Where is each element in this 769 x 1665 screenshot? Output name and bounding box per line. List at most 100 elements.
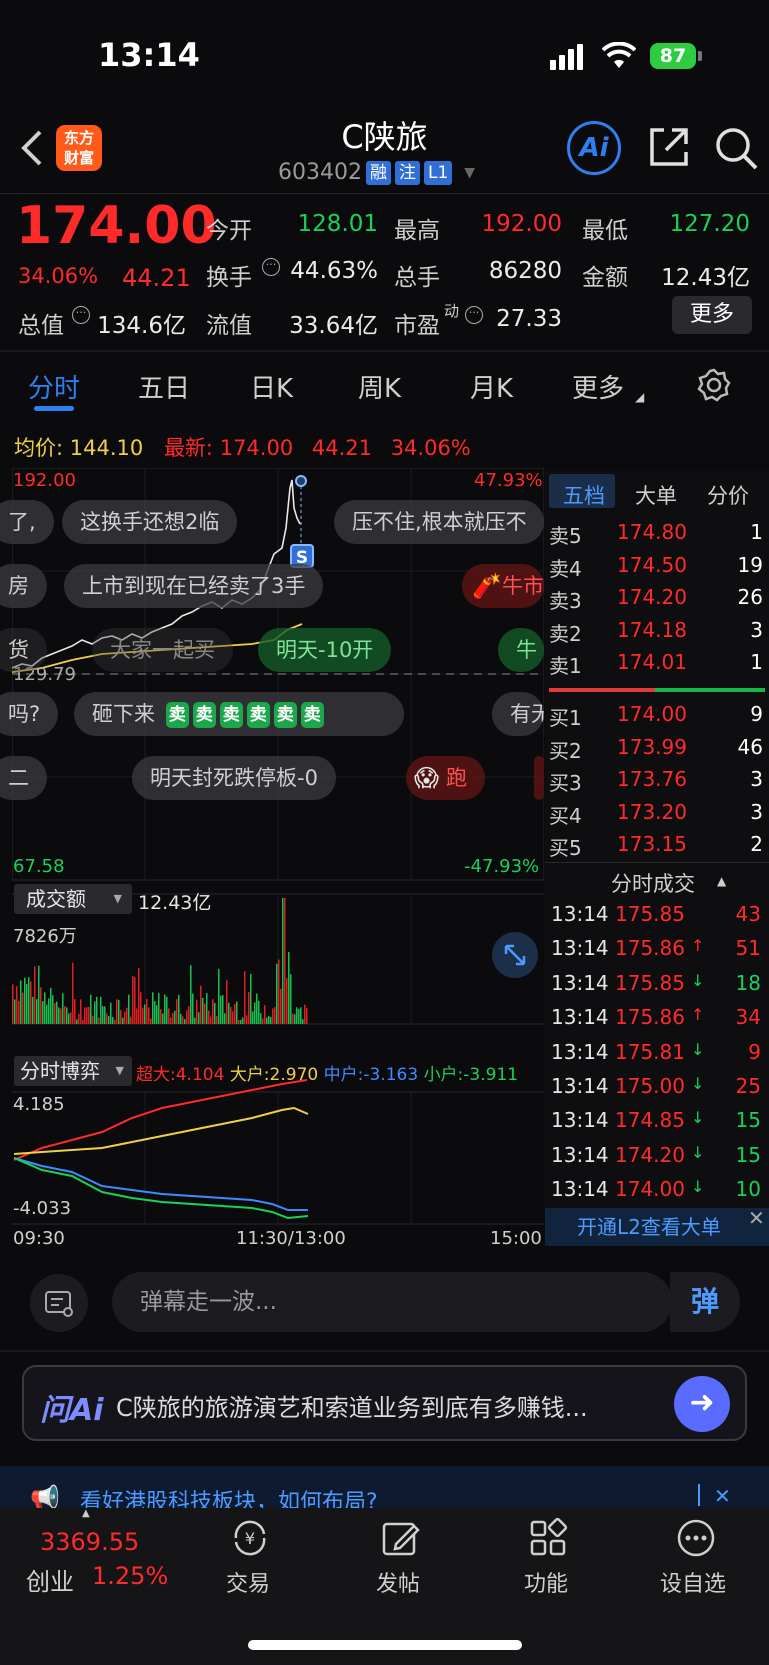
nav-trade[interactable]: 交易 <box>226 1566 270 1598</box>
nav-post[interactable]: 发帖 <box>376 1566 420 1598</box>
more-button[interactable]: 更多 <box>672 296 752 334</box>
bid-row[interactable]: 买2 173.99 46 <box>549 735 763 767</box>
bid-label: 买1 <box>549 706 582 730</box>
ask-ai-submit-arrow-icon[interactable]: ➜ <box>674 1376 730 1432</box>
danmu-bubble[interactable]: 明天封死跌停板-0 <box>132 756 336 800</box>
danmu-bubble[interactable]: 房 <box>0 564 47 608</box>
stock-code-row[interactable]: 603402 融 注 L1 ▼ <box>278 160 475 185</box>
bid-row[interactable]: 买5 173.15 2 <box>549 832 763 864</box>
danmu-bubble[interactable]: 大家一起买 <box>92 628 233 672</box>
volume-bar <box>238 1019 240 1024</box>
nav-add-watchlist[interactable]: 设自选 <box>660 1566 726 1598</box>
tab-more[interactable]: 更多 <box>572 368 624 405</box>
danmu-bubble[interactable]: 这换手还想2临 <box>62 500 238 544</box>
volume-bar <box>206 993 208 1024</box>
price-info-row: 均价: 144.10 最新: 174.00 44.21 34.06% <box>14 432 471 462</box>
flow-indicator-select[interactable]: 分时博弈 ▼ <box>14 1056 132 1086</box>
change-percent: 34.06% <box>18 264 99 288</box>
volume-bar <box>204 1003 206 1024</box>
index-value[interactable]: 3369.55 <box>40 1528 139 1556</box>
danmu-input[interactable]: 弹幕走一波... <box>112 1272 672 1332</box>
volume-bar <box>50 987 52 1024</box>
ob-tab-five[interactable]: 五档 <box>563 480 605 510</box>
comment-list-icon[interactable] <box>30 1274 88 1332</box>
info-icon[interactable]: ··· <box>262 258 280 276</box>
comment-divider <box>0 1350 769 1352</box>
post-edit-icon[interactable] <box>378 1516 422 1560</box>
volume-indicator-select[interactable]: 成交额 ▼ <box>14 884 132 914</box>
ask-row[interactable]: 卖3 174.20 26 <box>549 585 763 617</box>
index-name[interactable]: 创业 <box>26 1562 74 1597</box>
danmu-bubble[interactable]: 吗? <box>0 692 59 736</box>
bid-row[interactable]: 买3 173.76 3 <box>549 767 763 799</box>
tab-intraday[interactable]: 分时 <box>28 368 80 405</box>
share-icon[interactable] <box>646 124 692 170</box>
trade-icon[interactable]: ¥ <box>228 1516 272 1560</box>
tab-daily[interactable]: 日K <box>250 368 293 405</box>
bid-label: 买4 <box>549 803 582 828</box>
ask-row[interactable]: 卖2 174.18 3 <box>549 618 763 650</box>
danmu-bubble[interactable]: 上市到现在已经卖了3手 <box>64 564 324 608</box>
ob-tab-price[interactable]: 分价 <box>707 480 749 510</box>
danmu-bubble[interactable]: 压不住,根本就压不 <box>334 500 544 544</box>
volume-bar <box>156 1005 158 1024</box>
bid-row[interactable]: 买1 174.00 9 <box>549 702 763 734</box>
ask-row[interactable]: 卖1 174.01 1 <box>549 650 763 682</box>
ai-button[interactable]: Ai <box>567 121 621 175</box>
ask-row[interactable]: 卖4 174.50 19 <box>549 553 763 585</box>
ticks-title[interactable]: 分时成交 <box>611 868 695 898</box>
bid-strength-bar <box>655 688 765 692</box>
news-close-icon[interactable]: ✕ <box>714 1484 731 1508</box>
more-dots-icon[interactable] <box>674 1516 718 1560</box>
info-icon[interactable]: ··· <box>465 306 483 324</box>
tick-volume: 18 <box>735 970 761 995</box>
tick-time: 13:14 <box>551 1142 609 1167</box>
danmu-bubble[interactable]: 明天-10开 <box>258 628 392 672</box>
volume-bar <box>214 1002 216 1024</box>
danmu-bubble[interactable]: 砸下来 卖卖卖卖卖卖 <box>74 692 404 736</box>
ask-ai-question[interactable]: C陕旅的旅游演艺和索道业务到底有多赚钱... <box>116 1388 588 1423</box>
close-icon[interactable]: ✕ <box>748 1206 765 1230</box>
volume-bar <box>80 999 82 1024</box>
danmu-bubble[interactable]: 二 <box>0 756 47 800</box>
tick-arrow-icon: ↓ <box>691 1074 705 1093</box>
firecracker-icon: 🧨 <box>472 572 502 600</box>
tab-weekly[interactable]: 周K <box>358 368 401 405</box>
danmu-bubble[interactable]: 货 <box>0 628 47 672</box>
volume-bar <box>268 1015 270 1024</box>
volume-bar <box>288 952 290 1024</box>
ask-row[interactable]: 卖5 174.80 1 <box>549 520 763 552</box>
volume-bar <box>174 1010 176 1024</box>
turnover-label: 换手 <box>206 265 252 291</box>
bid-label: 买3 <box>549 771 582 795</box>
tab-active-indicator <box>34 406 74 411</box>
danmu-text: 砸下来 <box>92 702 155 726</box>
expand-icon[interactable] <box>492 932 538 978</box>
index-pct[interactable]: 1.25% <box>92 1562 168 1590</box>
latest-pct: 34.06% <box>390 436 471 460</box>
search-icon[interactable] <box>712 124 760 172</box>
settings-gear-icon[interactable] <box>697 368 731 402</box>
ob-tab-bigorder[interactable]: 大单 <box>635 480 677 510</box>
functions-grid-icon[interactable] <box>526 1516 570 1560</box>
danmu-bubble[interactable]: 有无 <box>492 692 544 736</box>
sell-badge-icon: 卖 <box>192 702 216 728</box>
volume-bar <box>298 1008 300 1024</box>
nav-functions[interactable]: 功能 <box>524 1566 568 1598</box>
danmu-bubble[interactable]: 牛 <box>498 628 544 672</box>
volume-bar <box>32 996 34 1024</box>
ask-volume: 1 <box>750 520 763 544</box>
volume-bar <box>250 974 252 1024</box>
tick-price: 175.85 <box>615 902 685 926</box>
l2-upgrade-banner[interactable]: 开通L2查看大单 <box>545 1208 769 1246</box>
volume-bar <box>114 1019 116 1024</box>
danmu-toggle-button[interactable]: 弹 <box>670 1272 740 1332</box>
tab-5day[interactable]: 五日 <box>138 368 190 405</box>
tab-monthly[interactable]: 月K <box>470 368 513 405</box>
info-icon[interactable]: ··· <box>72 306 90 324</box>
volume-bar <box>34 966 36 1024</box>
volume-bar <box>86 1007 88 1024</box>
bid-row[interactable]: 买4 173.20 3 <box>549 800 763 832</box>
danmu-bubble[interactable]: 了, <box>0 500 54 544</box>
flow-legend-small: 小户:-3.911 <box>423 1065 519 1085</box>
